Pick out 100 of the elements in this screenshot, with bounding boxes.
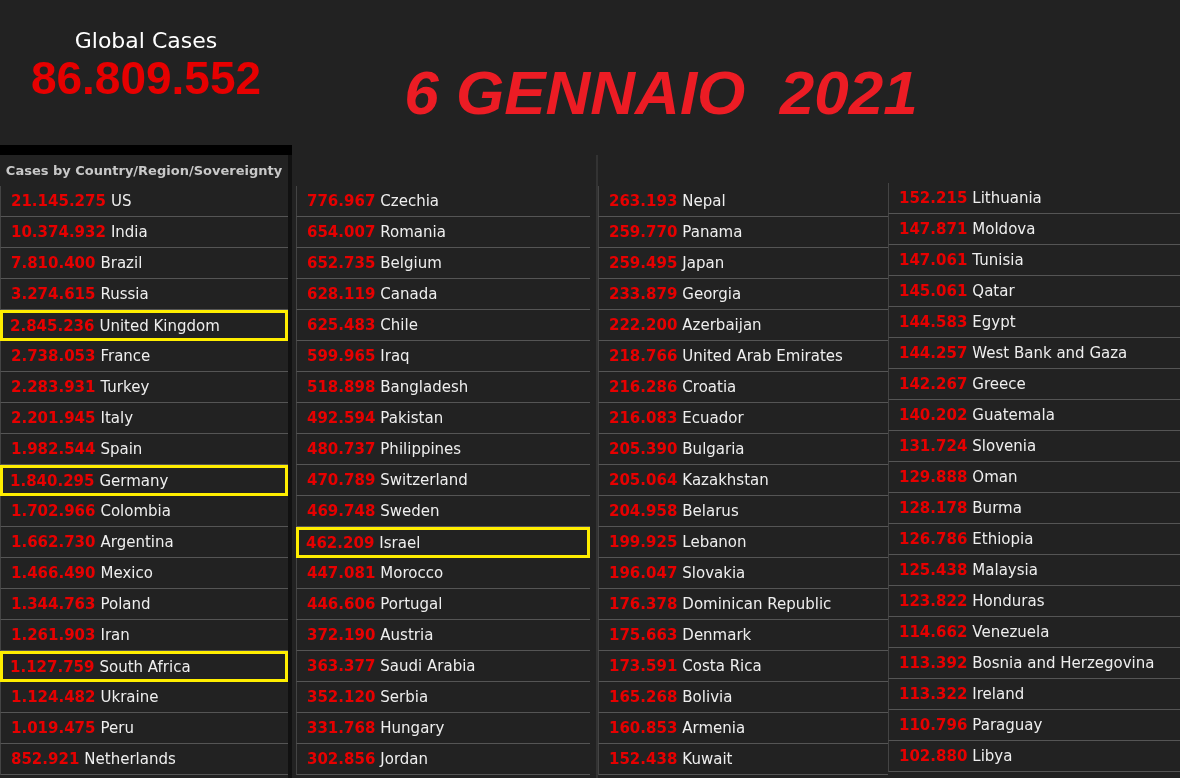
country-row[interactable]: 10.374.932 India	[0, 217, 288, 248]
country-row[interactable]: 147.061 Tunisia	[888, 245, 1180, 276]
country-row[interactable]: 652.735 Belgium	[296, 248, 590, 279]
country-row[interactable]: 599.965 Iraq	[296, 341, 590, 372]
country-row[interactable]: 222.200 Azerbaijan	[598, 310, 888, 341]
country-name: Canada	[380, 285, 438, 303]
country-row[interactable]: 518.898 Bangladesh	[296, 372, 590, 403]
case-count: 10.374.932	[11, 223, 106, 241]
country-name: Azerbaijan	[682, 316, 762, 334]
case-count: 2.201.945	[11, 409, 96, 427]
country-row[interactable]: 3.274.615 Russia	[0, 279, 288, 310]
country-name: Oman	[972, 468, 1018, 486]
country-row[interactable]: 114.662 Venezuela	[888, 617, 1180, 648]
country-row[interactable]: 145.061 Qatar	[888, 276, 1180, 307]
country-row[interactable]: 176.378 Dominican Republic	[598, 589, 888, 620]
country-name: Armenia	[682, 719, 746, 737]
country-row[interactable]: 2.738.053 France	[0, 341, 288, 372]
country-row[interactable]: 625.483 Chile	[296, 310, 590, 341]
country-row[interactable]: 352.120 Serbia	[296, 682, 590, 713]
country-row[interactable]: 654.007 Romania	[296, 217, 590, 248]
case-count: 113.392	[899, 654, 968, 672]
country-name: Romania	[380, 223, 446, 241]
country-row[interactable]: 1.127.759 South Africa	[0, 651, 288, 682]
country-row[interactable]: 152.215 Lithuania	[888, 183, 1180, 214]
country-row[interactable]: 259.495 Japan	[598, 248, 888, 279]
country-row[interactable]: 470.789 Switzerland	[296, 465, 590, 496]
country-row[interactable]: 852.921 Netherlands	[0, 744, 288, 775]
country-row[interactable]: 113.322 Ireland	[888, 679, 1180, 710]
country-row[interactable]: 173.591 Costa Rica	[598, 651, 888, 682]
country-row[interactable]: 446.606 Portugal	[296, 589, 590, 620]
country-row[interactable]: 204.958 Belarus	[598, 496, 888, 527]
country-row[interactable]: 110.796 Paraguay	[888, 710, 1180, 741]
country-row[interactable]: 196.047 Slovakia	[598, 558, 888, 589]
country-name: Israel	[379, 533, 421, 552]
country-name: Egypt	[972, 313, 1016, 331]
case-count: 1.019.475	[11, 719, 96, 737]
country-row[interactable]: 462.209 Israel	[296, 527, 590, 558]
country-row[interactable]: 199.925 Lebanon	[598, 527, 888, 558]
case-count: 147.061	[899, 251, 968, 269]
country-row[interactable]: 233.879 Georgia	[598, 279, 888, 310]
country-row[interactable]: 165.268 Bolivia	[598, 682, 888, 713]
country-row[interactable]: 125.438 Malaysia	[888, 555, 1180, 586]
country-row[interactable]: 152.438 Kuwait	[598, 744, 888, 775]
country-row[interactable]: 113.392 Bosnia and Herzegovina	[888, 648, 1180, 679]
country-row[interactable]: 263.193 Nepal	[598, 186, 888, 217]
country-row[interactable]: 1.702.966 Colombia	[0, 496, 288, 527]
country-row[interactable]: 131.724 Slovenia	[888, 431, 1180, 462]
country-row[interactable]: 1.344.763 Poland	[0, 589, 288, 620]
country-row[interactable]: 1.982.544 Spain	[0, 434, 288, 465]
country-name: Russia	[100, 285, 149, 303]
country-row[interactable]: 2.283.931 Turkey	[0, 372, 288, 403]
country-row[interactable]: 1.261.903 Iran	[0, 620, 288, 651]
country-row[interactable]: 363.377 Saudi Arabia	[296, 651, 590, 682]
country-row[interactable]: 102.880 Libya	[888, 741, 1180, 772]
country-name: Croatia	[682, 378, 737, 396]
country-row[interactable]: 259.770 Panama	[598, 217, 888, 248]
country-row[interactable]: 140.202 Guatemala	[888, 400, 1180, 431]
case-count: 2.845.236	[10, 316, 95, 335]
country-row[interactable]: 1.019.475 Peru	[0, 713, 288, 744]
country-row[interactable]: 205.064 Kazakhstan	[598, 465, 888, 496]
case-count: 152.438	[609, 750, 678, 768]
global-cases-value: 86.809.552	[30, 51, 262, 105]
country-name: Paraguay	[972, 716, 1043, 734]
country-row[interactable]: 144.583 Egypt	[888, 307, 1180, 338]
country-row[interactable]: 447.081 Morocco	[296, 558, 590, 589]
case-count: 1.840.295	[10, 471, 95, 490]
country-row[interactable]: 142.267 Greece	[888, 369, 1180, 400]
country-row[interactable]: 2.845.236 United Kingdom	[0, 310, 288, 341]
country-row[interactable]: 160.853 Armenia	[598, 713, 888, 744]
country-row[interactable]: 205.390 Bulgaria	[598, 434, 888, 465]
country-row[interactable]: 123.822 Honduras	[888, 586, 1180, 617]
country-row[interactable]: 144.257 West Bank and Gaza	[888, 338, 1180, 369]
country-row[interactable]: 480.737 Philippines	[296, 434, 590, 465]
case-count: 1.662.730	[11, 533, 96, 551]
country-row[interactable]: 331.768 Hungary	[296, 713, 590, 744]
country-row[interactable]: 128.178 Burma	[888, 493, 1180, 524]
country-name: India	[110, 223, 148, 241]
country-row[interactable]: 776.967 Czechia	[296, 186, 590, 217]
country-row[interactable]: 216.286 Croatia	[598, 372, 888, 403]
country-row[interactable]: 1.466.490 Mexico	[0, 558, 288, 589]
country-row[interactable]: 216.083 Ecuador	[598, 403, 888, 434]
country-row[interactable]: 372.190 Austria	[296, 620, 590, 651]
country-row[interactable]: 175.663 Denmark	[598, 620, 888, 651]
country-row[interactable]: 126.786 Ethiopia	[888, 524, 1180, 555]
country-row[interactable]: 1.124.482 Ukraine	[0, 682, 288, 713]
country-row[interactable]: 129.888 Oman	[888, 462, 1180, 493]
country-row[interactable]: 628.119 Canada	[296, 279, 590, 310]
country-row[interactable]: 147.871 Moldova	[888, 214, 1180, 245]
country-row[interactable]: 218.766 United Arab Emirates	[598, 341, 888, 372]
country-row[interactable]: 7.810.400 Brazil	[0, 248, 288, 279]
country-row[interactable]: 492.594 Pakistan	[296, 403, 590, 434]
country-name: Kuwait	[682, 750, 733, 768]
country-row[interactable]: 1.662.730 Argentina	[0, 527, 288, 558]
country-name: Slovenia	[972, 437, 1037, 455]
country-row[interactable]: 469.748 Sweden	[296, 496, 590, 527]
country-row[interactable]: 1.840.295 Germany	[0, 465, 288, 496]
country-row[interactable]: 302.856 Jordan	[296, 744, 590, 775]
country-row[interactable]: 21.145.275 US	[0, 186, 288, 217]
country-name: Argentina	[100, 533, 174, 551]
country-row[interactable]: 2.201.945 Italy	[0, 403, 288, 434]
